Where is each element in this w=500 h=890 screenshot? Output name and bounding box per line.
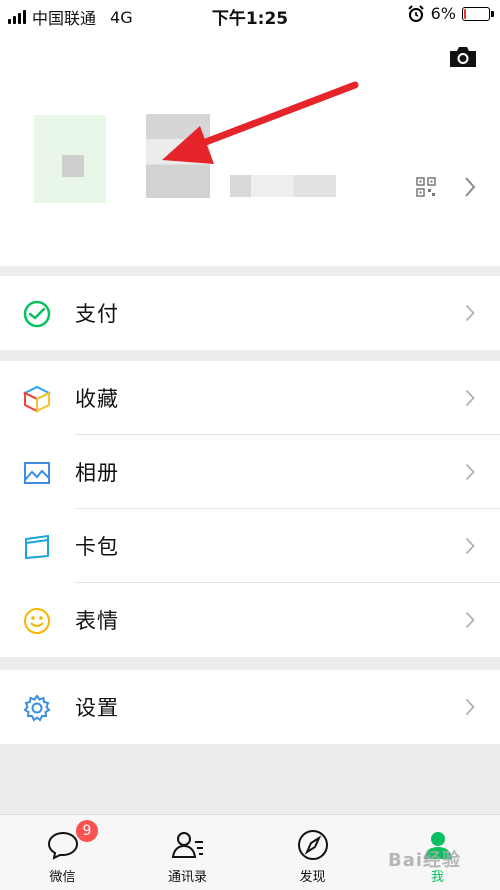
menu-label-favorites: 收藏	[75, 387, 119, 411]
watermark: Bai经验	[388, 850, 462, 871]
menu-item-stickers[interactable]: 表情	[0, 583, 500, 657]
qr-code-icon[interactable]	[416, 177, 436, 197]
battery-percent: 6%	[430, 4, 456, 23]
battery-level	[464, 8, 466, 19]
tab-chats[interactable]: 9 微信	[0, 815, 125, 890]
chat-bubble-icon	[47, 831, 79, 860]
menu-label-stickers: 表情	[75, 609, 119, 633]
tab-label-chats: 微信	[49, 870, 76, 885]
menu-item-album[interactable]: 相册	[0, 435, 500, 509]
collection-group: 收藏 相册 卡包 表情	[0, 361, 500, 657]
menu-label-settings: 设置	[75, 696, 119, 720]
pay-icon	[23, 300, 51, 328]
status-bar: 中国联通 4G 下午1:25 6%	[0, 0, 500, 30]
chevron-right-icon[interactable]	[464, 176, 476, 198]
tab-label-contacts: 通讯录	[167, 870, 207, 885]
chevron-right-icon	[465, 698, 475, 716]
tab-discover[interactable]: 发现	[250, 815, 375, 890]
wechat-id-blurred	[230, 175, 336, 197]
chevron-right-icon	[465, 463, 475, 481]
smiley-icon	[24, 608, 50, 634]
pay-group: 支付	[0, 276, 500, 350]
unread-badge: 9	[76, 820, 98, 842]
tab-label-discover: 发现	[299, 870, 326, 885]
menu-item-favorites[interactable]: 收藏	[0, 361, 500, 435]
avatar[interactable]	[34, 115, 106, 203]
profile-header[interactable]	[0, 30, 500, 266]
chevron-right-icon	[465, 611, 475, 629]
menu-label-album: 相册	[75, 461, 119, 485]
menu-label-pay: 支付	[75, 302, 119, 326]
menu-item-cards[interactable]: 卡包	[0, 509, 500, 583]
compass-icon	[298, 830, 328, 860]
card-wallet-icon	[25, 534, 49, 560]
chevron-right-icon	[465, 389, 475, 407]
settings-group: 设置	[0, 670, 500, 744]
chevron-right-icon	[465, 537, 475, 555]
gear-icon	[23, 694, 51, 722]
camera-icon[interactable]	[448, 45, 478, 69]
contacts-icon	[171, 832, 203, 858]
picture-icon	[24, 462, 50, 484]
cube-icon	[22, 385, 52, 413]
menu-item-settings[interactable]: 设置	[0, 670, 500, 744]
menu-label-cards: 卡包	[75, 535, 119, 559]
nickname-blurred	[146, 114, 210, 198]
tab-contacts[interactable]: 通讯录	[125, 815, 250, 890]
battery-icon	[462, 6, 494, 21]
menu-item-pay[interactable]: 支付	[0, 276, 500, 350]
alarm-icon	[407, 4, 424, 22]
chevron-right-icon	[465, 304, 475, 322]
